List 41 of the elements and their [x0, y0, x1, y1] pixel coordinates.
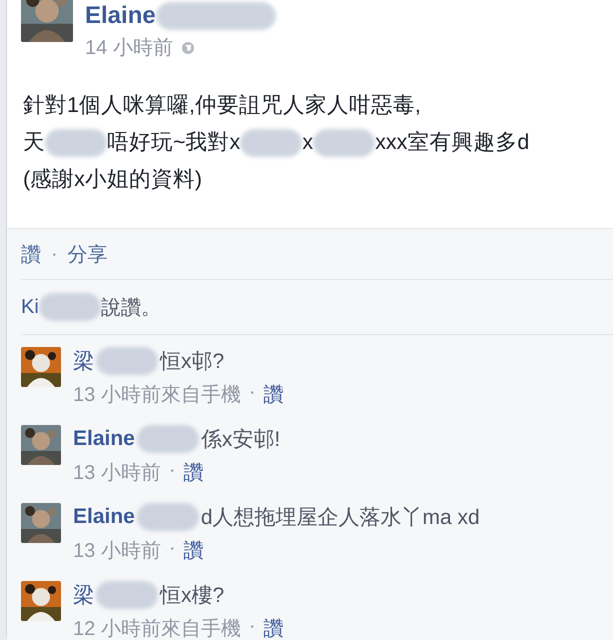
comment-time: 13 小時前來自手機	[73, 383, 241, 408]
separator-dot: ·	[168, 537, 176, 561]
comment-time: 12 小時前來自手機	[73, 617, 241, 640]
comment-time: 13 小時前	[73, 539, 161, 564]
author-name[interactable]: 梁	[73, 347, 94, 375]
comment-time: 13 小時前	[73, 461, 161, 486]
action-link[interactable]: 分享	[68, 240, 108, 268]
like-link[interactable]: 讚	[183, 537, 204, 564]
post-text: 天	[23, 129, 45, 156]
redaction-blur	[136, 503, 199, 531]
redaction-blur	[96, 347, 158, 375]
comment-text: 恒x邨?	[160, 349, 224, 375]
like-link[interactable]: 讚	[263, 381, 284, 408]
post-text: xxx室有興趣多d	[375, 129, 530, 156]
redaction-blur	[136, 425, 199, 453]
post-text: (感謝x小姐的資料)	[23, 166, 202, 193]
like-link[interactable]: 讚	[183, 459, 204, 486]
separator-dot: ·	[248, 615, 256, 639]
author-name[interactable]: 梁	[73, 581, 94, 609]
comment-text: d人想拖埋屋企人落水丫ma xd	[200, 505, 480, 531]
separator-dot: ·	[248, 381, 256, 405]
redaction-blur	[240, 128, 302, 156]
post-text: 唔好玩~我對x	[107, 129, 240, 156]
post-text: x	[302, 129, 314, 156]
separator-dot: ·	[168, 459, 176, 483]
globe-icon	[180, 40, 195, 54]
post-text: 針對1個人咪算囉,仲要詛咒人家人咁惡毒,	[23, 92, 421, 119]
like-link[interactable]: 讚	[263, 615, 284, 640]
likes-text: 說讚。	[100, 296, 161, 320]
author-name[interactable]: Elaine	[73, 427, 135, 451]
author-name[interactable]: Elaine	[85, 2, 156, 30]
redaction-blur	[45, 128, 107, 156]
liker-name[interactable]: Ki	[21, 296, 39, 318]
action-link[interactable]: 讚	[21, 240, 41, 268]
separator-dot: ·	[51, 242, 58, 266]
comment-text: 係x安邨!	[200, 427, 280, 453]
redaction-blur	[38, 293, 101, 321]
redaction-blur	[313, 128, 376, 156]
redaction-blur	[96, 581, 158, 609]
author-name[interactable]: Elaine	[73, 505, 135, 529]
comment-text: 恒x樓?	[160, 583, 224, 609]
